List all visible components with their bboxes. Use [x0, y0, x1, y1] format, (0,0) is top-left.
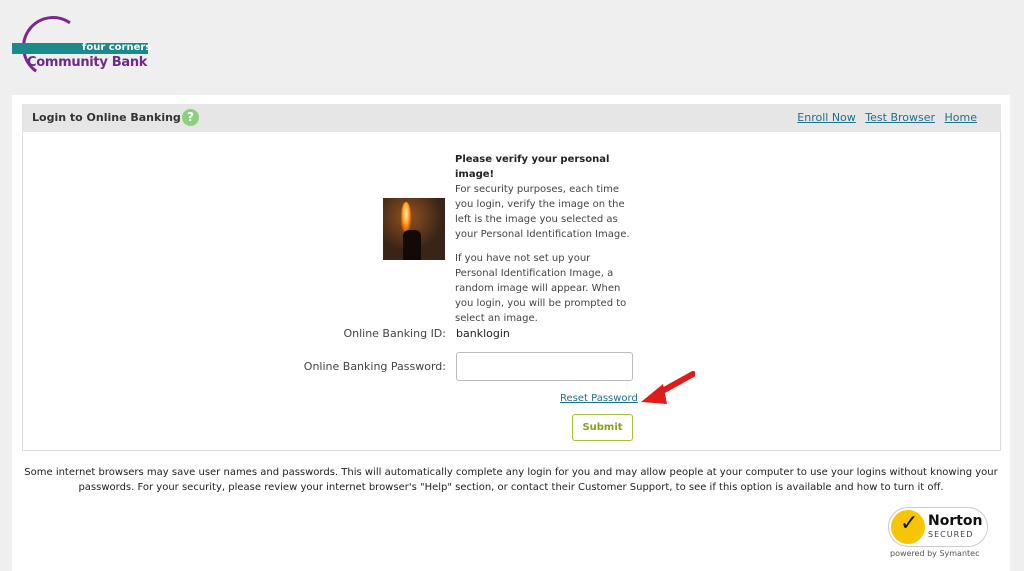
- banking-id-value: banklogin: [456, 327, 510, 340]
- verify-image-text: Please verify your personal image! For s…: [455, 152, 633, 335]
- login-panel: Login to Online Banking ? Enroll Now Tes…: [12, 95, 1010, 571]
- login-form-box: Please verify your personal image! For s…: [22, 132, 1001, 451]
- page-title: Login to Online Banking: [32, 111, 181, 124]
- browser-password-notice: Some internet browsers may save user nam…: [24, 467, 998, 493]
- norton-secured: SECURED: [928, 530, 974, 539]
- verify-paragraph-1: For security purposes, each time you log…: [455, 184, 630, 240]
- panel-header: Login to Online Banking ? Enroll Now Tes…: [22, 104, 1001, 132]
- personal-identification-image: [383, 198, 445, 260]
- help-icon[interactable]: ?: [182, 109, 199, 126]
- norton-name: Norton: [928, 513, 983, 529]
- bank-logo[interactable]: four corners Community Bank: [10, 11, 155, 83]
- password-label: Online Banking Password:: [303, 360, 446, 373]
- enroll-now-link[interactable]: Enroll Now: [797, 111, 856, 124]
- password-input[interactable]: [456, 352, 633, 381]
- test-browser-link[interactable]: Test Browser: [865, 111, 935, 124]
- header-links: Enroll Now Test Browser Home: [791, 111, 977, 124]
- reset-password-link[interactable]: Reset Password: [560, 393, 638, 404]
- banking-id-label: Online Banking ID:: [343, 327, 446, 340]
- verify-heading: Please verify your personal image!: [455, 154, 610, 180]
- norton-secured-seal[interactable]: ✓ Norton SECURED powered by Symantec: [888, 507, 988, 561]
- home-link[interactable]: Home: [945, 111, 977, 124]
- logo-community-bank: Community Bank: [27, 55, 148, 70]
- submit-button[interactable]: Submit: [572, 414, 633, 441]
- red-arrow-icon: [641, 371, 695, 404]
- verify-paragraph-2: If you have not set up your Personal Ide…: [455, 253, 627, 324]
- logo-four-corners: four corners: [82, 42, 152, 53]
- norton-check-icon: ✓: [891, 510, 925, 544]
- norton-powered-by: powered by Symantec: [890, 549, 980, 558]
